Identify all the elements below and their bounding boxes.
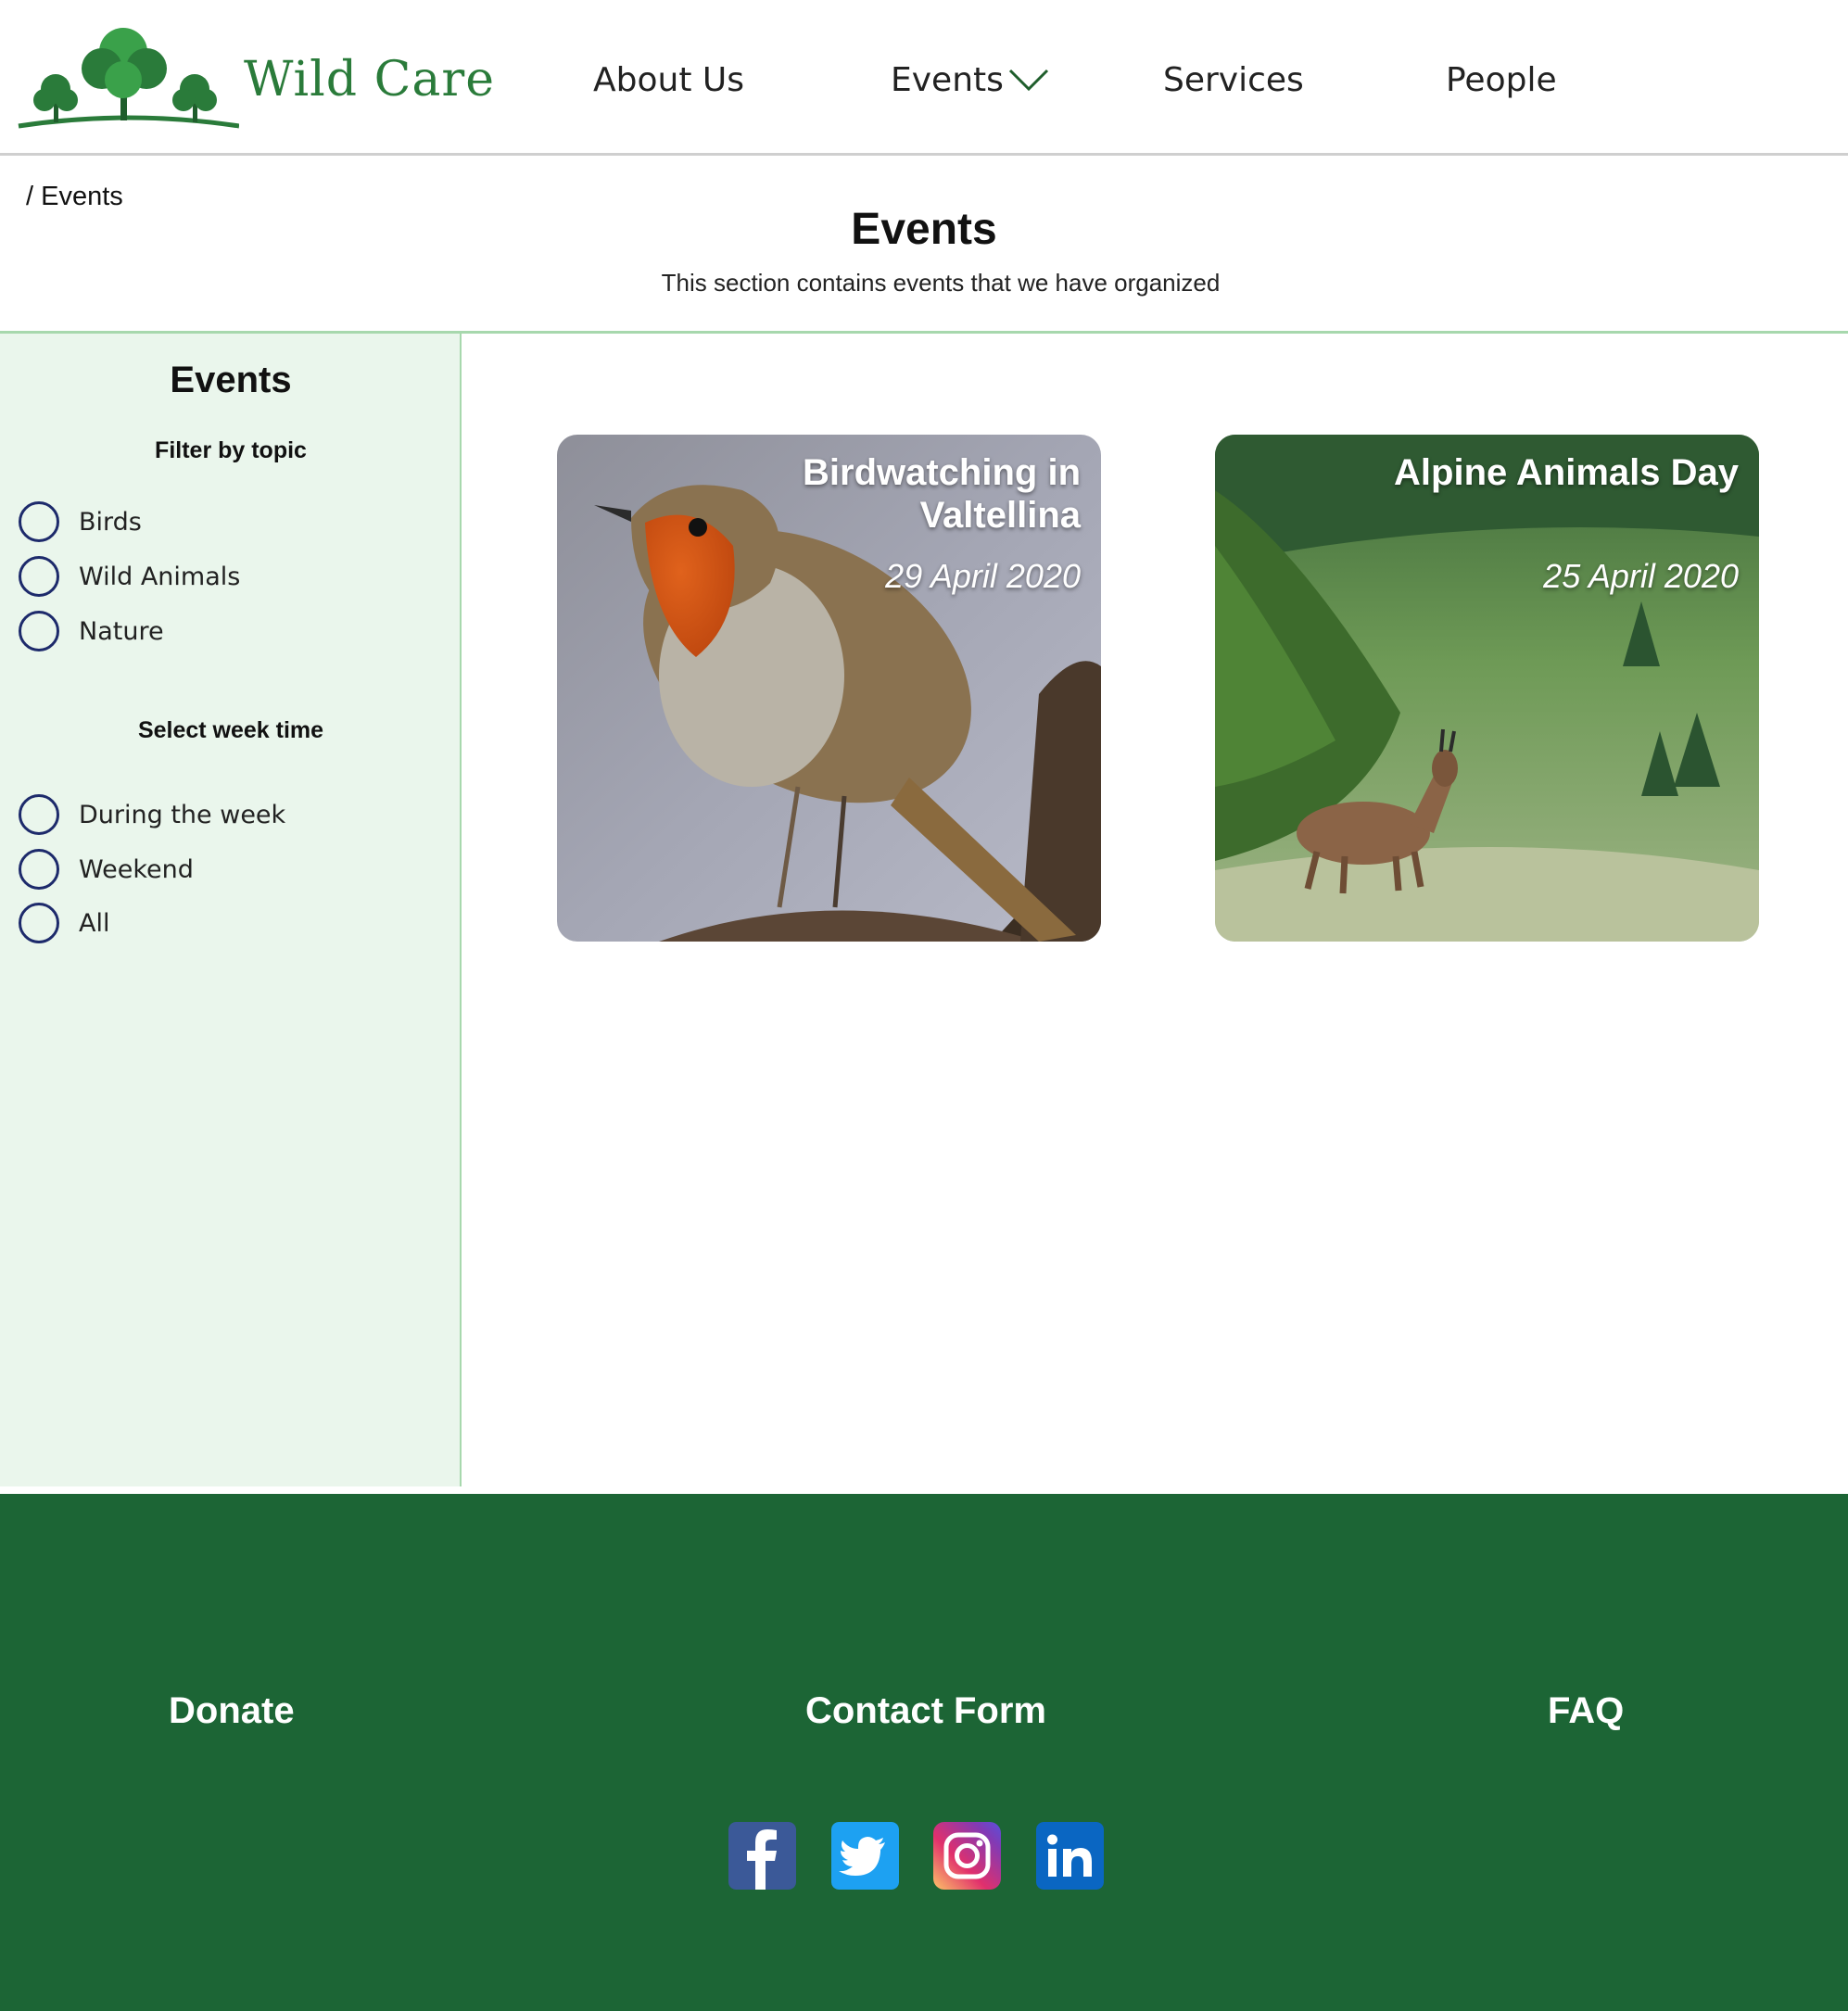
week-filter-heading: Select week time (137, 717, 324, 743)
site-footer: Donate Contact Form FAQ (0, 1494, 1848, 2011)
sidebar-title: Events (170, 360, 292, 400)
footer-donate-link[interactable]: Donate (169, 1690, 295, 1732)
radio-button[interactable] (19, 501, 59, 542)
radio-topic-wild-animals[interactable]: Wild Animals (19, 555, 240, 598)
radio-week-all[interactable]: All (19, 902, 109, 944)
radio-label: Wild Animals (79, 562, 241, 591)
footer-contact-form-link[interactable]: Contact Form (805, 1690, 1046, 1732)
radio-button[interactable] (19, 611, 59, 651)
twitter-icon[interactable] (831, 1822, 899, 1890)
radio-label: Nature (79, 616, 164, 646)
radio-button[interactable] (19, 849, 59, 890)
page-title: Events (851, 205, 997, 254)
nav-people[interactable]: People (1446, 61, 1557, 99)
event-date: 29 April 2020 (885, 557, 1081, 595)
radio-button[interactable] (19, 903, 59, 943)
event-card-alpine-animals[interactable]: Alpine Animals Day 25 April 2020 (1215, 435, 1759, 942)
instagram-icon[interactable] (933, 1822, 1001, 1890)
event-date: 25 April 2020 (1543, 557, 1739, 595)
radio-label: Weekend (79, 854, 194, 884)
page-subtitle: This section contains events that we hav… (661, 269, 1221, 297)
radio-week-during[interactable]: During the week (19, 793, 285, 836)
radio-topic-nature[interactable]: Nature (19, 610, 164, 652)
facebook-icon[interactable] (728, 1822, 796, 1890)
logo-text: Wild Care (244, 52, 496, 108)
event-title: Birdwatching in Valtellina (803, 452, 1081, 536)
event-card-birdwatching[interactable]: Birdwatching in Valtellina 29 April 2020 (557, 435, 1101, 942)
event-title: Alpine Animals Day (1394, 452, 1739, 493)
radio-topic-birds[interactable]: Birds (19, 500, 142, 543)
nav-services[interactable]: Services (1163, 61, 1304, 99)
trees-logo-icon (18, 28, 239, 129)
chevron-down-icon[interactable] (1008, 69, 1049, 93)
radio-label: All (79, 908, 110, 938)
radio-week-weekend[interactable]: Weekend (19, 848, 194, 891)
nav-about-us[interactable]: About Us (593, 61, 744, 99)
radio-button[interactable] (19, 556, 59, 597)
radio-button[interactable] (19, 794, 59, 835)
radio-label: During the week (79, 800, 286, 829)
site-header: Wild Care About Us Events Services Peopl… (0, 0, 1848, 156)
chamois-photo-icon (1215, 435, 1759, 942)
topic-filter-heading: Filter by topic (155, 437, 307, 463)
footer-faq-link[interactable]: FAQ (1548, 1690, 1624, 1732)
filter-sidebar: Events Filter by topic Birds Wild Animal… (0, 334, 462, 1486)
nav-events[interactable]: Events (891, 61, 1004, 99)
logo[interactable]: Wild Care (17, 24, 494, 133)
radio-label: Birds (79, 507, 142, 537)
linkedin-icon[interactable] (1036, 1822, 1104, 1890)
